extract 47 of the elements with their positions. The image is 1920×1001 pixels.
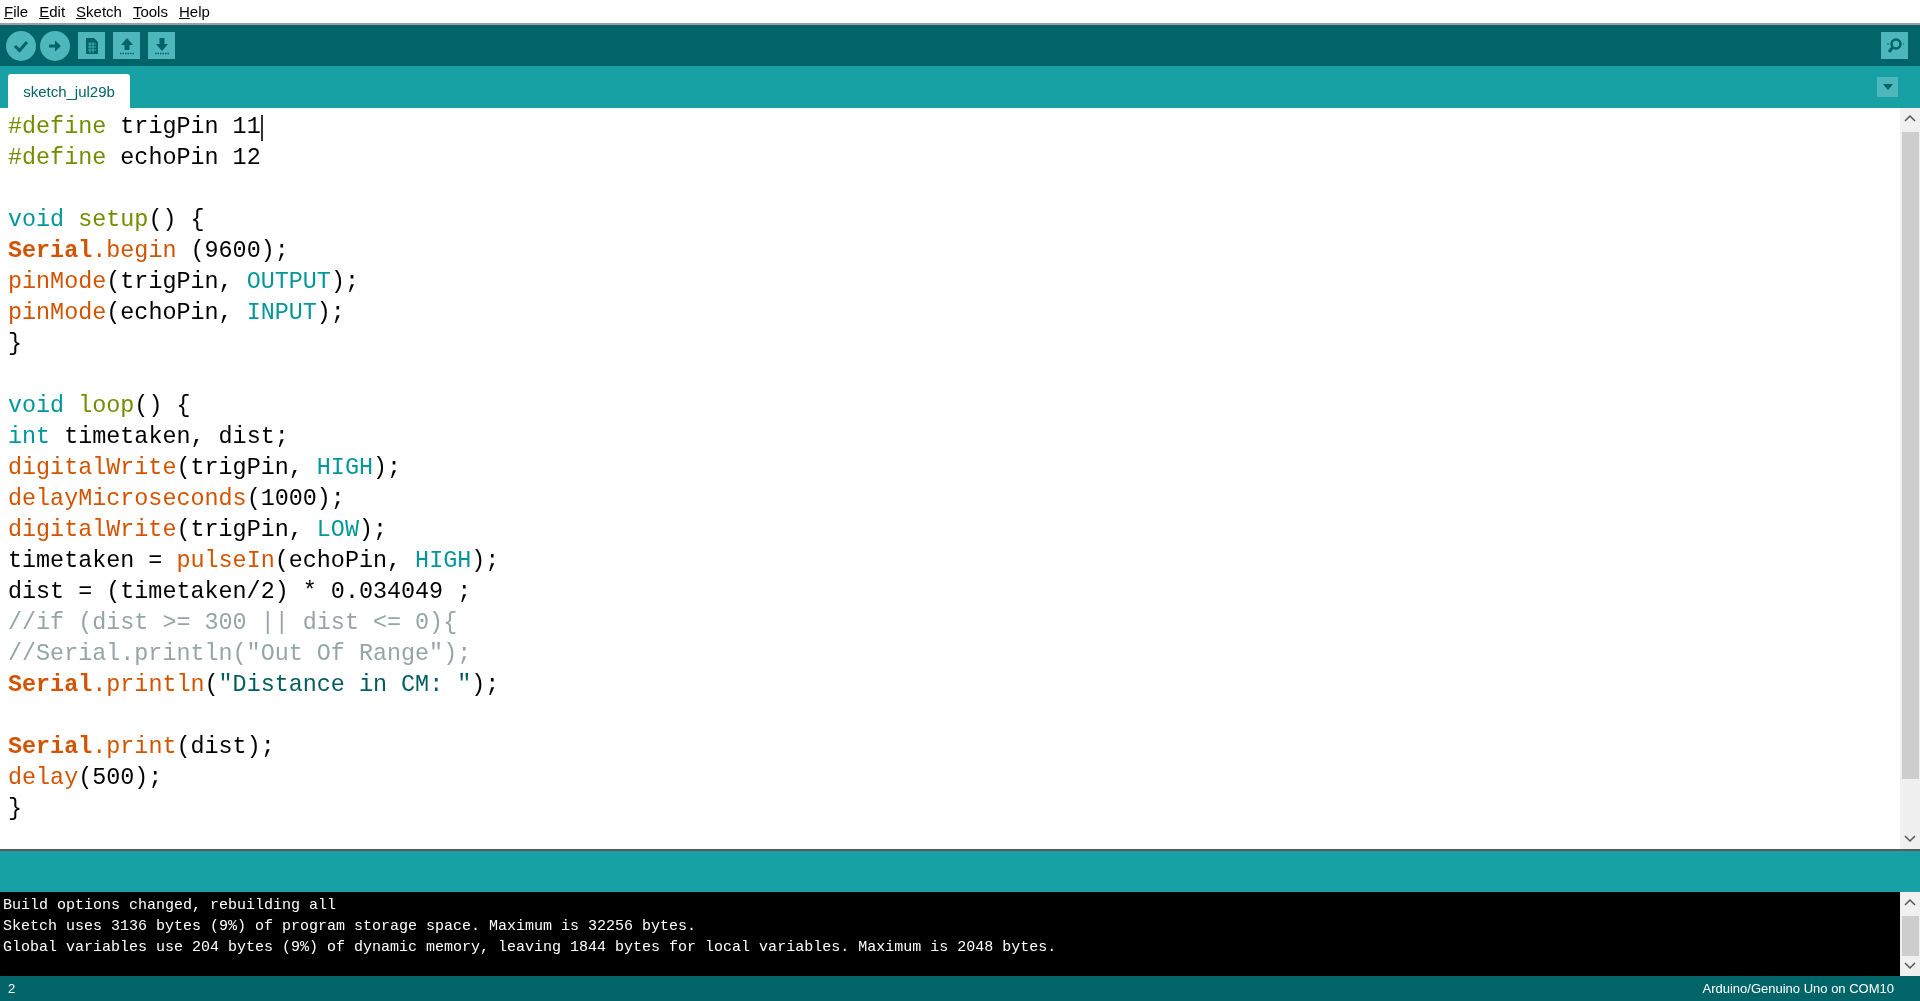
line-number: 2 (8, 981, 16, 996)
code-line: Serial.println("Distance in CM: "); (8, 671, 501, 700)
verify-button[interactable] (6, 30, 36, 61)
code-line: //Serial.println("Out Of Range"); (8, 640, 473, 669)
code-line: #define echoPin 12 (8, 144, 262, 173)
code-line: } (8, 330, 24, 359)
code-line: timetaken = pulseIn(echoPin, HIGH); (8, 547, 501, 576)
code-line: //if (dist >= 300 || dist <= 0){ (8, 609, 459, 638)
tab-menu-button[interactable] (1877, 77, 1898, 97)
console-scrollbar[interactable] (1900, 892, 1920, 976)
menu-item[interactable]: Edit (39, 3, 66, 20)
code-line: void loop() { (8, 392, 192, 421)
upload-button[interactable] (40, 30, 70, 61)
board-port-label: Arduino/Genuino Uno on COM10 (1702, 981, 1894, 996)
code-line: digitalWrite(trigPin, LOW); (8, 516, 389, 545)
code-line: Serial.print(dist); (8, 733, 276, 762)
up-chevron-icon[interactable] (1904, 114, 1916, 122)
console-line: Build options changed, rebuilding all (3, 896, 338, 916)
code-line: pinMode(echoPin, INPUT); (8, 299, 346, 328)
down-chevron-icon[interactable] (1904, 962, 1916, 970)
code-line: int timetaken, dist; (8, 423, 290, 452)
serial-monitor-button[interactable] (1881, 32, 1908, 59)
code-line: pinMode(trigPin, OUTPUT); (8, 268, 360, 297)
menu-item[interactable]: Sketch (76, 3, 122, 20)
code-line: Serial.begin (9600); (8, 237, 290, 266)
code-line: delay(500); (8, 764, 164, 793)
up-chevron-icon[interactable] (1904, 898, 1916, 906)
new-button[interactable] (78, 32, 105, 59)
down-chevron-icon[interactable] (1904, 835, 1916, 843)
scrollbar-thumb[interactable] (1901, 132, 1919, 779)
editor-scrollbar[interactable] (1900, 108, 1920, 849)
console-line: Sketch uses 3136 bytes (9%) of program storage space. Maximum is 32256 bytes. (3, 917, 698, 937)
menu-item[interactable]: Tools (132, 3, 168, 20)
code-line: } (8, 795, 24, 824)
open-button[interactable] (113, 32, 140, 59)
file-tab[interactable]: sketch_jul29b (8, 74, 130, 108)
scrollbar-thumb[interactable] (1901, 916, 1919, 956)
code-line: digitalWrite(trigPin, HIGH); (8, 454, 403, 483)
menu-item[interactable]: File (4, 3, 29, 20)
console-line: Global variables use 204 bytes (9%) of dynamic memory, leaving 1844 bytes for local variables. Maximum is 2048 bytes. (3, 938, 1058, 958)
code-line: dist = (timetaken/2) * 0.034049 ; (8, 578, 473, 607)
caret-icon (1881, 83, 1894, 91)
code-line: delayMicroseconds(1000); (8, 485, 346, 514)
code-line: void setup() { (8, 206, 206, 235)
save-button[interactable] (148, 32, 175, 59)
code-line: #define trigPin 11 (8, 113, 264, 143)
menu-item[interactable]: Help (178, 3, 210, 20)
